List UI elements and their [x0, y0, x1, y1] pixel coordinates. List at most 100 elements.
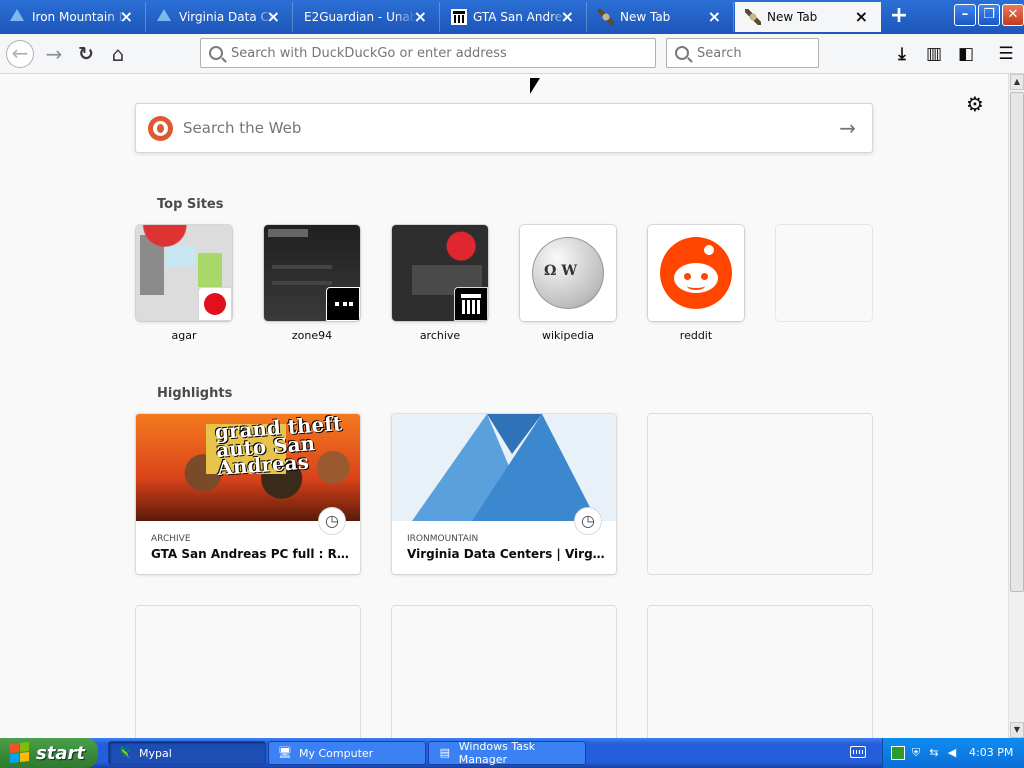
top-site-zone94[interactable]: zone94: [264, 225, 360, 342]
site-thumbnail[interactable]: [264, 225, 360, 321]
site-thumbnail[interactable]: [136, 225, 232, 321]
tab-new-tab-active[interactable]: New Tab ×: [735, 2, 881, 32]
arrow-right-icon[interactable]: →: [839, 116, 856, 140]
zone94-icon: [326, 287, 360, 321]
close-icon[interactable]: ×: [855, 9, 868, 25]
hamburger-menu-icon[interactable]: ☰: [992, 40, 1020, 68]
scroll-down-arrow-icon[interactable]: ▼: [1010, 722, 1024, 738]
highlight-empty-slot: [648, 414, 872, 574]
task-label: Mypal: [139, 746, 172, 760]
windows-flag-icon: [10, 742, 30, 764]
duckduckgo-logo-icon: [148, 115, 173, 141]
tab-virginia-data-centers[interactable]: Virginia Data Centers ×: [147, 2, 293, 32]
tab-title: GTA San Andreas: [473, 10, 567, 24]
status-icon[interactable]: [891, 746, 905, 760]
tab-new-tab-1[interactable]: New Tab ×: [588, 2, 734, 32]
search-icon: [209, 46, 223, 60]
back-button[interactable]: ←: [6, 40, 34, 68]
start-label: start: [36, 742, 85, 764]
sidebar-icon[interactable]: ◧: [952, 40, 980, 68]
task-label: My Computer: [299, 746, 374, 760]
close-icon[interactable]: ×: [414, 9, 427, 25]
forward-button[interactable]: →: [40, 40, 68, 68]
start-button[interactable]: start: [0, 738, 98, 768]
highlight-card-ironmountain[interactable]: ◷ IRONMOUNTAIN Virginia Data Centers | V…: [392, 414, 616, 574]
top-site-wikipedia[interactable]: wikipedia: [520, 225, 616, 342]
highlight-empty-slot: [136, 606, 360, 738]
search-bar[interactable]: [666, 38, 819, 68]
site-thumbnail[interactable]: [392, 225, 488, 321]
site-label: wikipedia: [541, 329, 594, 342]
reddit-alien-icon: [660, 237, 732, 309]
close-icon[interactable]: ×: [267, 9, 280, 25]
scroll-thumb[interactable]: [1010, 92, 1024, 592]
close-window-button[interactable]: ✕: [1002, 4, 1024, 26]
highlight-card-gta[interactable]: grand theft auto San Andreas ◷ ARCHIVE G…: [136, 414, 360, 574]
web-search-input[interactable]: [183, 119, 823, 137]
download-icon[interactable]: ⤓: [888, 40, 916, 68]
address-bar[interactable]: [200, 38, 656, 68]
tab-gta-san-andreas[interactable]: GTA San Andreas ×: [441, 2, 587, 32]
scroll-up-arrow-icon[interactable]: ▲: [1010, 74, 1024, 90]
top-site-reddit[interactable]: reddit: [648, 225, 744, 342]
minimize-button[interactable]: –: [954, 4, 976, 26]
computer-icon: 🖥: [278, 746, 292, 759]
taskbar-item-task-manager[interactable]: ▤ Windows Task Manager: [428, 740, 586, 766]
tab-iron-mountain[interactable]: Iron Mountain Data Centers ×: [0, 2, 146, 32]
keyboard-icon[interactable]: [850, 746, 866, 758]
search-input[interactable]: [697, 45, 818, 61]
close-icon[interactable]: ×: [120, 9, 133, 25]
web-search-box[interactable]: →: [135, 103, 873, 153]
gta-icon: [598, 9, 614, 25]
tab-title: E2Guardian - Unable to: [304, 10, 416, 24]
new-tab-page: ⚙ → Top Sites agar zone94 archive wikipe…: [0, 74, 1008, 738]
tab-title: Iron Mountain Data Centers: [32, 10, 126, 24]
archive-icon: [454, 287, 488, 321]
home-button[interactable]: ⌂: [104, 40, 132, 68]
network-icon[interactable]: ⇆: [927, 746, 941, 760]
taskbar: start 🦎 Mypal 🖥 My Computer ▤ Windows Ta…: [0, 738, 1024, 768]
gta-icon: [745, 9, 761, 25]
volume-icon[interactable]: ◀: [945, 746, 959, 760]
reload-button[interactable]: ↻: [72, 40, 100, 68]
system-tray: ⛨ ⇆ ◀ 4:03 PM: [882, 738, 1024, 768]
site-thumbnail[interactable]: [520, 225, 616, 321]
task-manager-icon: ▤: [439, 746, 451, 759]
top-site-archive[interactable]: archive: [392, 225, 488, 342]
site-label: archive: [419, 329, 461, 342]
mypal-icon: 🦎: [118, 746, 132, 759]
close-icon[interactable]: ×: [708, 9, 721, 25]
restore-button[interactable]: ❐: [978, 4, 1000, 26]
shield-icon[interactable]: ⛨: [909, 746, 923, 760]
task-label: Windows Task Manager: [458, 740, 536, 766]
close-icon[interactable]: ×: [561, 9, 574, 25]
top-site-agar[interactable]: agar: [136, 225, 232, 342]
highlight-source: IRONMOUNTAIN: [407, 534, 479, 544]
agar-icon: [198, 287, 232, 321]
gear-icon[interactable]: ⚙: [966, 92, 984, 116]
site-label: reddit: [679, 329, 713, 342]
archive-icon: [451, 9, 467, 25]
mouse-cursor-icon: [530, 78, 540, 94]
address-input[interactable]: [231, 45, 655, 61]
tab-title: New Tab: [767, 10, 818, 24]
tab-title: New Tab: [620, 10, 671, 24]
top-sites-heading: Top Sites: [157, 197, 224, 212]
taskbar-item-mypal[interactable]: 🦎 Mypal: [108, 741, 266, 765]
library-icon[interactable]: ▥: [920, 40, 948, 68]
clock-icon: ◷: [318, 507, 346, 535]
taskbar-item-my-computer[interactable]: 🖥 My Computer: [268, 741, 426, 765]
ironmountain-triangle-icon: [10, 9, 26, 25]
tab-strip: Iron Mountain Data Centers × Virginia Da…: [0, 0, 1024, 34]
highlight-thumbnail: grand theft auto San Andreas ◷: [136, 414, 360, 535]
empty-site-placeholder: [776, 225, 872, 321]
clock-icon: ◷: [574, 507, 602, 535]
highlight-title: GTA San Andreas PC full : Rockst...: [151, 547, 351, 561]
tab-e2guardian[interactable]: E2Guardian - Unable to ×: [294, 2, 440, 32]
vertical-scrollbar[interactable]: ▲ ▼: [1008, 74, 1024, 738]
gta-logo: grand theft auto San Andreas: [214, 414, 343, 480]
site-label: agar: [171, 329, 197, 342]
new-tab-button[interactable]: +: [886, 4, 912, 30]
site-thumbnail[interactable]: [648, 225, 744, 321]
tab-title: Virginia Data Centers: [179, 10, 273, 24]
